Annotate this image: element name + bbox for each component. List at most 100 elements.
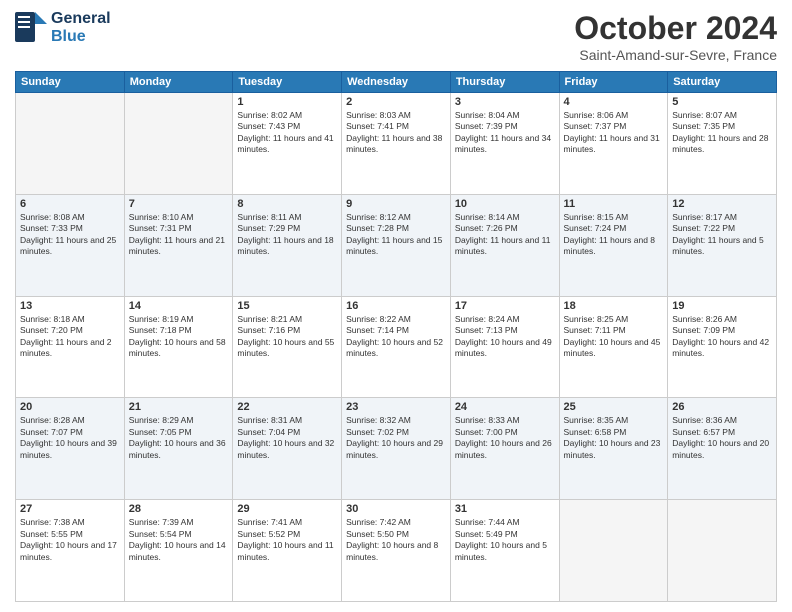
day-info: Sunrise: 8:15 AM Sunset: 7:24 PM Dayligh…	[564, 212, 664, 258]
col-tuesday: Tuesday	[233, 72, 342, 93]
logo-area: General Blue	[15, 10, 111, 46]
day-number: 25	[564, 401, 664, 413]
day-info: Sunrise: 8:12 AM Sunset: 7:28 PM Dayligh…	[346, 212, 446, 258]
day-number: 30	[346, 503, 446, 515]
day-info: Sunrise: 8:32 AM Sunset: 7:02 PM Dayligh…	[346, 415, 446, 461]
day-info: Sunrise: 8:10 AM Sunset: 7:31 PM Dayligh…	[129, 212, 229, 258]
day-number: 29	[237, 503, 337, 515]
table-row: 16 Sunrise: 8:22 AM Sunset: 7:14 PM Dayli…	[342, 296, 451, 398]
table-row: 28 Sunrise: 7:39 AM Sunset: 5:54 PM Dayli…	[124, 500, 233, 602]
day-number: 2	[346, 96, 446, 108]
table-row: 4 Sunrise: 8:06 AM Sunset: 7:37 PM Daylig…	[559, 93, 668, 195]
day-number: 18	[564, 300, 664, 312]
logo-blue: Blue	[51, 28, 111, 46]
day-number: 16	[346, 300, 446, 312]
table-row: 2 Sunrise: 8:03 AM Sunset: 7:41 PM Daylig…	[342, 93, 451, 195]
page: General Blue October 2024 Saint-Amand-su…	[0, 0, 792, 612]
day-number: 10	[455, 198, 555, 210]
table-row	[16, 93, 125, 195]
calendar-week-row: 1 Sunrise: 8:02 AM Sunset: 7:43 PM Daylig…	[16, 93, 777, 195]
day-number: 19	[672, 300, 772, 312]
table-row: 26Sunrise: 8:36 AM Sunset: 6:57 PM Dayli…	[668, 398, 777, 500]
day-info: Sunrise: 7:38 AM Sunset: 5:55 PM Dayligh…	[20, 517, 120, 563]
table-row: 19Sunrise: 8:26 AM Sunset: 7:09 PM Dayli…	[668, 296, 777, 398]
day-info: Sunrise: 8:25 AM Sunset: 7:11 PM Dayligh…	[564, 314, 664, 360]
day-number: 8	[237, 198, 337, 210]
table-row	[559, 500, 668, 602]
day-info: Sunrise: 8:11 AM Sunset: 7:29 PM Dayligh…	[237, 212, 337, 258]
table-row: 21 Sunrise: 8:29 AM Sunset: 7:05 PM Dayli…	[124, 398, 233, 500]
day-info: Sunrise: 8:36 AM Sunset: 6:57 PM Dayligh…	[672, 415, 772, 461]
table-row: 24Sunrise: 8:33 AM Sunset: 7:00 PM Dayli…	[450, 398, 559, 500]
day-info: Sunrise: 8:21 AM Sunset: 7:16 PM Dayligh…	[237, 314, 337, 360]
day-number: 3	[455, 96, 555, 108]
location: Saint-Amand-sur-Sevre, France	[574, 47, 777, 63]
day-number: 12	[672, 198, 772, 210]
table-row: 25 Sunrise: 8:35 AM Sunset: 6:58 PM Dayli…	[559, 398, 668, 500]
day-info: Sunrise: 7:44 AM Sunset: 5:49 PM Dayligh…	[455, 517, 555, 563]
day-info: Sunrise: 7:39 AM Sunset: 5:54 PM Dayligh…	[129, 517, 229, 563]
day-info: Sunrise: 7:42 AM Sunset: 5:50 PM Dayligh…	[346, 517, 446, 563]
day-info: Sunrise: 7:41 AM Sunset: 5:52 PM Dayligh…	[237, 517, 337, 563]
day-number: 21	[129, 401, 229, 413]
table-row: 22Sunrise: 8:31 AM Sunset: 7:04 PM Dayli…	[233, 398, 342, 500]
month-title: October 2024	[574, 10, 777, 47]
day-info: Sunrise: 8:14 AM Sunset: 7:26 PM Dayligh…	[455, 212, 555, 258]
logo-general: General	[51, 10, 111, 28]
day-info: Sunrise: 8:22 AM Sunset: 7:14 PM Dayligh…	[346, 314, 446, 360]
day-number: 13	[20, 300, 120, 312]
table-row	[668, 500, 777, 602]
table-row: 7 Sunrise: 8:10 AM Sunset: 7:31 PM Daylig…	[124, 194, 233, 296]
table-row: 5Sunrise: 8:07 AM Sunset: 7:35 PM Daylig…	[668, 93, 777, 195]
calendar-week-row: 13 Sunrise: 8:18 AM Sunset: 7:20 PM Dayli…	[16, 296, 777, 398]
day-number: 28	[129, 503, 229, 515]
logo-icon	[15, 12, 47, 44]
col-saturday: Saturday	[668, 72, 777, 93]
day-info: Sunrise: 8:06 AM Sunset: 7:37 PM Dayligh…	[564, 110, 664, 156]
table-row: 13 Sunrise: 8:18 AM Sunset: 7:20 PM Dayli…	[16, 296, 125, 398]
day-number: 4	[564, 96, 664, 108]
table-row: 23 Sunrise: 8:32 AM Sunset: 7:02 PM Dayli…	[342, 398, 451, 500]
day-number: 1	[237, 96, 337, 108]
table-row: 31 Sunrise: 7:44 AM Sunset: 5:49 PM Dayli…	[450, 500, 559, 602]
col-friday: Friday	[559, 72, 668, 93]
day-number: 23	[346, 401, 446, 413]
day-number: 9	[346, 198, 446, 210]
day-info: Sunrise: 8:02 AM Sunset: 7:43 PM Dayligh…	[237, 110, 337, 156]
table-row: 1 Sunrise: 8:02 AM Sunset: 7:43 PM Daylig…	[233, 93, 342, 195]
table-row: 11Sunrise: 8:15 AM Sunset: 7:24 PM Dayli…	[559, 194, 668, 296]
table-row: 3 Sunrise: 8:04 AM Sunset: 7:39 PM Daylig…	[450, 93, 559, 195]
day-info: Sunrise: 8:08 AM Sunset: 7:33 PM Dayligh…	[20, 212, 120, 258]
calendar-header-row: Sunday Monday Tuesday Wednesday Thursday…	[16, 72, 777, 93]
table-row: 17 Sunrise: 8:24 AM Sunset: 7:13 PM Dayli…	[450, 296, 559, 398]
table-row: 30 Sunrise: 7:42 AM Sunset: 5:50 PM Dayli…	[342, 500, 451, 602]
table-row: 12 Sunrise: 8:17 AM Sunset: 7:22 PM Dayli…	[668, 194, 777, 296]
day-info: Sunrise: 8:03 AM Sunset: 7:41 PM Dayligh…	[346, 110, 446, 156]
table-row: 10 Sunrise: 8:14 AM Sunset: 7:26 PM Dayli…	[450, 194, 559, 296]
day-info: Sunrise: 8:33 AM Sunset: 7:00 PM Dayligh…	[455, 415, 555, 461]
day-info: Sunrise: 8:28 AM Sunset: 7:07 PM Dayligh…	[20, 415, 120, 461]
col-sunday: Sunday	[16, 72, 125, 93]
day-number: 14	[129, 300, 229, 312]
col-wednesday: Wednesday	[342, 72, 451, 93]
day-number: 17	[455, 300, 555, 312]
table-row: 8 Sunrise: 8:11 AM Sunset: 7:29 PM Daylig…	[233, 194, 342, 296]
day-number: 7	[129, 198, 229, 210]
day-info: Sunrise: 8:04 AM Sunset: 7:39 PM Dayligh…	[455, 110, 555, 156]
table-row	[124, 93, 233, 195]
day-info: Sunrise: 8:35 AM Sunset: 6:58 PM Dayligh…	[564, 415, 664, 461]
calendar-week-row: 20Sunrise: 8:28 AM Sunset: 7:07 PM Dayli…	[16, 398, 777, 500]
day-info: Sunrise: 8:24 AM Sunset: 7:13 PM Dayligh…	[455, 314, 555, 360]
table-row: 29 Sunrise: 7:41 AM Sunset: 5:52 PM Dayli…	[233, 500, 342, 602]
day-number: 31	[455, 503, 555, 515]
col-thursday: Thursday	[450, 72, 559, 93]
calendar-week-row: 27 Sunrise: 7:38 AM Sunset: 5:55 PM Dayli…	[16, 500, 777, 602]
day-number: 5	[672, 96, 772, 108]
calendar-table: Sunday Monday Tuesday Wednesday Thursday…	[15, 71, 777, 602]
day-info: Sunrise: 8:17 AM Sunset: 7:22 PM Dayligh…	[672, 212, 772, 258]
day-info: Sunrise: 8:29 AM Sunset: 7:05 PM Dayligh…	[129, 415, 229, 461]
day-info: Sunrise: 8:18 AM Sunset: 7:20 PM Dayligh…	[20, 314, 120, 360]
table-row: 14 Sunrise: 8:19 AM Sunset: 7:18 PM Dayli…	[124, 296, 233, 398]
day-info: Sunrise: 8:19 AM Sunset: 7:18 PM Dayligh…	[129, 314, 229, 360]
day-number: 27	[20, 503, 120, 515]
